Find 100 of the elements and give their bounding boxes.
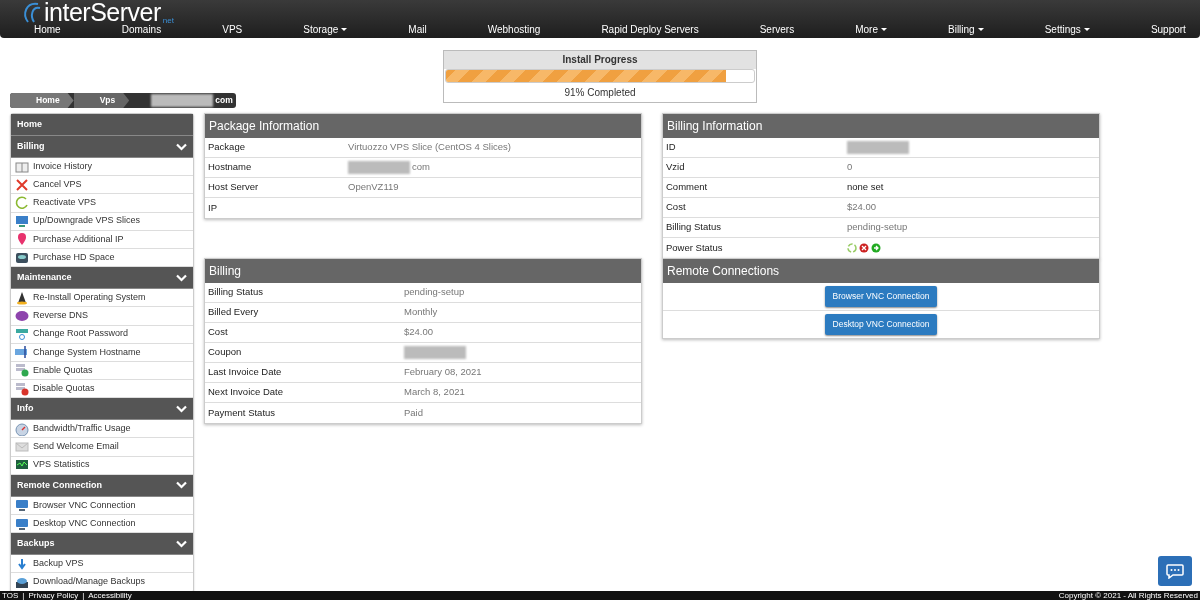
monitor-icon — [15, 498, 29, 513]
field-label: Package — [208, 140, 246, 155]
sidebar-item-label[interactable]: Desktop VNC Connection — [33, 516, 136, 531]
nav-link[interactable]: Storage — [303, 22, 348, 37]
nav-link[interactable]: Mail — [408, 22, 427, 37]
link-separator: | — [82, 590, 85, 600]
panel-header: Billing Information — [663, 114, 1099, 138]
breadcrumb-link[interactable]: Home — [10, 93, 74, 108]
copyright-text: Copyright © 2021 - All Rights Reserved — [1058, 589, 1198, 600]
chevron-down-icon[interactable] — [176, 273, 187, 282]
field-value: February 08, 2021 — [404, 365, 482, 380]
field-value: $24.00 — [404, 325, 434, 340]
footer-link[interactable]: Accessibility — [88, 590, 132, 600]
chevron-down-icon[interactable] — [176, 481, 187, 490]
nav-link[interactable]: Servers — [759, 22, 795, 37]
sidebar-item-label[interactable]: Purchase HD Space — [33, 250, 115, 265]
field-label: ID — [666, 140, 677, 155]
section-title[interactable]: Billing — [17, 139, 45, 154]
caret-icon — [880, 28, 887, 31]
field-value: $24.00 — [847, 200, 877, 215]
chevron-down-icon[interactable] — [176, 404, 187, 413]
breadcrumb-text: com — [215, 94, 233, 107]
field-label: Billing Status — [208, 285, 264, 300]
field-value: none set — [847, 180, 884, 195]
sidebar-item-label[interactable]: Cancel VPS — [33, 178, 82, 192]
logo-suffix: net — [162, 16, 174, 26]
stop-icon[interactable] — [859, 243, 869, 253]
start-icon[interactable] — [871, 243, 881, 253]
progress-reading: 91% Completed — [563, 86, 637, 100]
link-separator: | — [22, 590, 25, 600]
disk-drive-icon — [15, 250, 29, 265]
field-value: com — [412, 160, 430, 175]
field-label: Billed Every — [208, 305, 260, 320]
nav-link[interactable]: Rapid Deploy Servers — [601, 22, 699, 37]
section-title[interactable]: Maintenance — [17, 270, 72, 285]
field-label: Cost — [666, 200, 687, 215]
field-label: Comment — [666, 180, 709, 195]
sidebar-item-label[interactable]: Re-Install Operating System — [33, 290, 146, 305]
sidebar-item-label[interactable]: Disable Quotas — [33, 381, 95, 396]
field-value: OpenVZ119 — [348, 180, 399, 195]
nav-link[interactable]: Webhosting — [487, 22, 541, 37]
section-title[interactable]: Home — [17, 117, 42, 132]
panel-header: Package Information — [205, 114, 641, 138]
panel-header: Remote Connections — [663, 259, 1099, 283]
breadcrumb-link[interactable]: Vps — [73, 93, 130, 108]
download-arrow-icon — [15, 556, 29, 571]
sidebar-item-label[interactable]: Reactivate VPS — [33, 196, 97, 210]
progress-title: Install Progress — [444, 51, 756, 69]
chevron-down-icon[interactable] — [176, 539, 187, 548]
field-label: Next Invoice Date — [208, 385, 284, 400]
field-label: Hostname — [208, 160, 253, 175]
field-value: Monthly — [404, 305, 438, 320]
nav-link[interactable]: More — [855, 22, 887, 37]
sidebar-item-label[interactable]: Enable Quotas — [33, 363, 93, 378]
text-cursor-icon — [15, 345, 29, 360]
chat-button[interactable] — [1158, 556, 1192, 586]
vnc-connection-button[interactable]: Browser VNC Connection — [824, 286, 938, 307]
caret-icon — [1083, 28, 1090, 31]
field-label: Coupon — [208, 345, 243, 360]
field-label: Last Invoice Date — [208, 365, 283, 380]
sidebar-item-label[interactable]: Up/Downgrade VPS Slices — [33, 214, 141, 228]
footer-link[interactable]: TOS — [2, 590, 19, 600]
sidebar-item-label[interactable]: Send Welcome Email — [33, 440, 119, 454]
chevron-down-icon[interactable] — [176, 142, 187, 151]
field-value: Paid — [404, 405, 423, 420]
map-pin-icon — [15, 232, 29, 247]
sidebar-item-label[interactable]: Purchase Additional IP — [33, 232, 124, 247]
nav-link[interactable]: VPS — [222, 22, 243, 37]
ledger-icon — [15, 159, 29, 174]
field-label: Host Server — [208, 180, 260, 195]
monitor-icon — [15, 516, 29, 531]
vnc-connection-button[interactable]: Desktop VNC Connection — [824, 313, 938, 335]
footer-link[interactable]: Privacy Policy — [28, 590, 79, 600]
sidebar-item-label[interactable]: Invoice History — [33, 159, 93, 174]
field-label: Cost — [208, 325, 229, 340]
section-title[interactable]: Info — [17, 402, 34, 416]
sidebar-item-label[interactable]: Change System Hostname — [33, 345, 141, 360]
envelope-icon — [15, 440, 29, 455]
nav-link[interactable]: Billing — [948, 22, 984, 37]
gauge-icon — [15, 421, 29, 436]
caret-icon — [977, 28, 984, 31]
add-stack-icon — [15, 363, 29, 378]
section-title[interactable]: Backups — [17, 536, 55, 551]
panel-header: Billing — [205, 259, 641, 283]
field-value: pending-setup — [404, 285, 465, 300]
sidebar-item-label[interactable]: Browser VNC Connection — [33, 498, 136, 513]
sidebar-item-label[interactable]: Download/Manage Backups — [33, 575, 146, 589]
field-value: Virtuozzo VPS Slice (CentOS 4 Slices) — [348, 140, 511, 155]
field-label: Payment Status — [208, 405, 277, 420]
monitor-icon — [15, 214, 29, 229]
nav-link[interactable]: Support — [1150, 22, 1186, 37]
nav-link[interactable]: Settings — [1044, 22, 1090, 37]
sidebar-item-label[interactable]: Bandwidth/Traffic Usage — [33, 422, 131, 436]
field-label: IP — [208, 200, 218, 215]
sidebar-item-label[interactable]: Change Root Password — [33, 327, 129, 341]
sidebar-item-label[interactable]: Backup VPS — [33, 557, 84, 571]
chat-icon — [1166, 563, 1184, 579]
field-label: Billing Status — [666, 220, 722, 235]
sidebar-item-label[interactable]: VPS Statistics — [33, 458, 90, 472]
sidebar-item-label[interactable]: Reverse DNS — [33, 309, 88, 323]
